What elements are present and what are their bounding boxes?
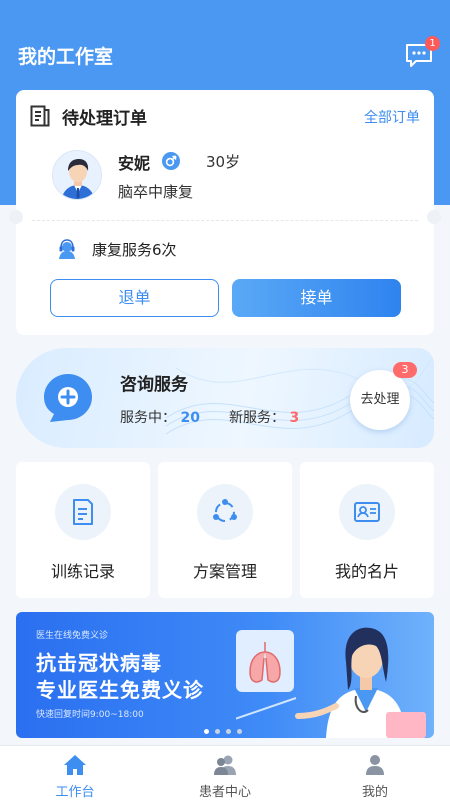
pagination-dot[interactable] — [226, 729, 231, 734]
patient-avatar — [52, 150, 102, 200]
handle-consult-badge: 3 — [393, 362, 417, 378]
tile-plan-management[interactable]: 方案管理 — [158, 462, 292, 598]
app-header: 我的工作室 1 — [0, 0, 450, 90]
serving-count: 20 — [180, 410, 200, 426]
tab-label: 患者中心 — [198, 785, 251, 800]
banner-pagination — [200, 728, 250, 736]
customer-service-icon — [59, 239, 75, 259]
tab-label: 我的 — [361, 785, 388, 800]
card-header: 待处理订单 全部订单 — [30, 104, 420, 129]
patient-diagnosis: 脑卒中康复 — [118, 183, 194, 201]
feature-tiles: 训练记录 方案管理 我的名片 — [16, 462, 434, 598]
tab-patient-center[interactable]: 患者中心 — [150, 746, 300, 800]
male-gender-icon — [162, 152, 180, 170]
new-service-count: 3 — [289, 410, 300, 426]
tile-label: 训练记录 — [50, 562, 115, 581]
home-icon — [64, 755, 86, 775]
banner-subheadline: 专业医生免费义诊 — [36, 678, 204, 702]
training-record-icon — [73, 499, 93, 525]
pagination-dot[interactable] — [204, 729, 209, 734]
card-divider — [32, 220, 418, 221]
patient-name: 安妮 — [118, 154, 151, 173]
tile-business-card[interactable]: 我的名片 — [300, 462, 434, 598]
tile-icon-wrap — [339, 484, 395, 540]
patients-icon — [214, 755, 236, 775]
consult-chat-icon — [44, 374, 92, 422]
patient-age: 30岁 — [206, 153, 241, 171]
card-notch-left — [9, 210, 23, 224]
banner-headline: 抗击冠状病毒 — [36, 651, 162, 675]
profile-icon — [366, 755, 384, 775]
plan-management-icon — [213, 499, 237, 522]
handle-consult-button[interactable]: 去处理 — [350, 370, 410, 430]
card-title: 待处理订单 — [62, 109, 147, 129]
tile-icon-wrap — [197, 484, 253, 540]
service-description: 康复服务6次 — [92, 241, 177, 259]
new-service-stat: 新服务： 3 — [229, 407, 299, 427]
business-card-icon — [354, 502, 380, 522]
new-service-label: 新服务： — [229, 410, 285, 426]
message-badge: 1 — [425, 36, 440, 51]
tab-profile[interactable]: 我的 — [300, 746, 450, 800]
consult-title: 咨询服务 — [120, 375, 188, 395]
promo-banner[interactable]: 医生在线免费义诊 抗击冠状病毒 专业医生免费义诊 快速回复时间9:00~18:0… — [16, 612, 434, 738]
doctor-illustration — [236, 627, 426, 738]
tile-icon-wrap — [55, 484, 111, 540]
tab-label: 工作台 — [55, 785, 95, 800]
banner-hours: 快速回复时间9:00~18:00 — [36, 710, 144, 720]
tab-workbench[interactable]: 工作台 — [0, 746, 150, 800]
banner-tagline: 医生在线免费义诊 — [36, 631, 109, 641]
bottom-tab-bar: 工作台 患者中心 我的 — [0, 745, 450, 800]
doctor-avatar-icon — [53, 151, 101, 199]
serving-stat: 服务中： 20 — [120, 407, 200, 427]
reject-order-button[interactable]: 退单 — [50, 279, 219, 317]
pagination-dot[interactable] — [215, 729, 220, 734]
all-orders-link[interactable]: 全部订单 — [364, 107, 420, 127]
card-notch-right — [427, 210, 441, 224]
tile-label: 方案管理 — [192, 562, 257, 581]
tile-label: 我的名片 — [334, 562, 399, 581]
pending-order-card: 待处理订单 全部订单 安妮 30岁 脑卒中康复 康复服务6次 退单 接单 — [9, 90, 441, 335]
serving-label: 服务中： — [120, 410, 176, 426]
document-icon — [30, 105, 50, 127]
accept-order-button[interactable]: 接单 — [232, 279, 401, 317]
tile-training-record[interactable]: 训练记录 — [16, 462, 150, 598]
page-title: 我的工作室 — [18, 46, 114, 68]
pagination-dot[interactable] — [237, 729, 242, 734]
